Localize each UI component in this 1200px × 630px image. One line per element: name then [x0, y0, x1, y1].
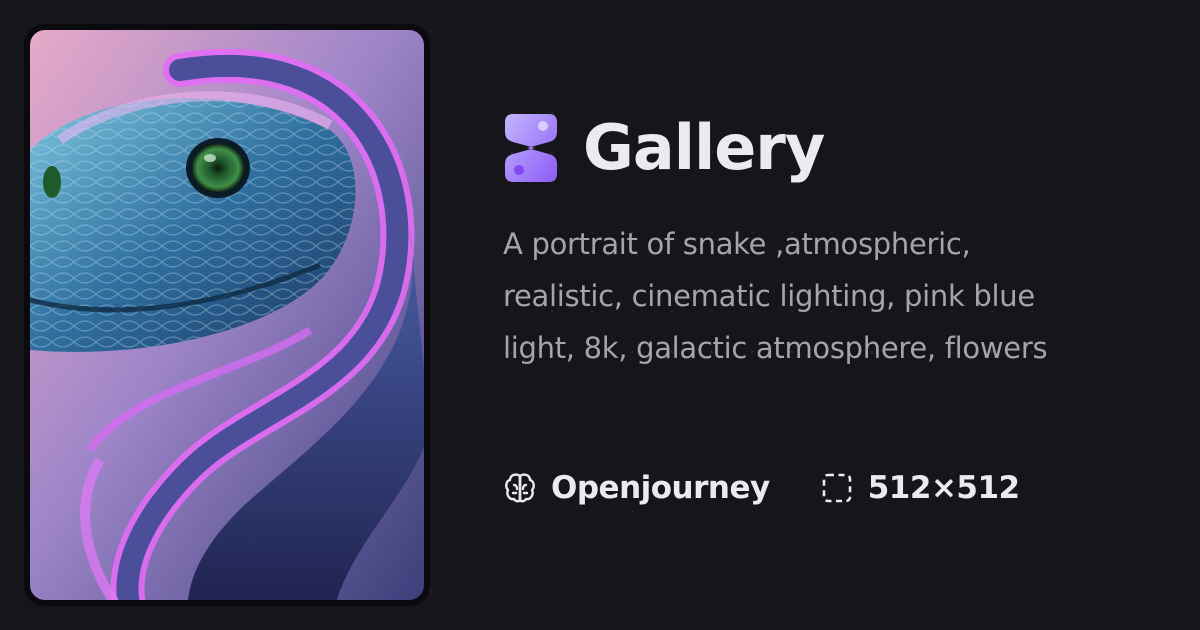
dashed-square-icon	[822, 473, 852, 503]
prompt-text: A portrait of snake ,atmospheric, realis…	[503, 227, 1048, 365]
page-title: Gallery	[583, 111, 825, 184]
model-name: Openjourney	[551, 470, 770, 506]
image-dimensions: 512×512	[867, 470, 1020, 506]
generated-image[interactable]	[30, 30, 424, 600]
image-meta: Openjourney 512×512	[503, 466, 1020, 510]
dimensions-info: 512×512	[820, 470, 1020, 506]
gallery-logo-icon	[505, 114, 557, 182]
model-info: Openjourney	[503, 470, 770, 506]
image-card	[24, 24, 430, 606]
title-row: Gallery	[503, 108, 1163, 188]
image-info: Gallery A portrait of snake ,atmospheric…	[503, 108, 1163, 374]
brain-icon	[505, 473, 535, 503]
